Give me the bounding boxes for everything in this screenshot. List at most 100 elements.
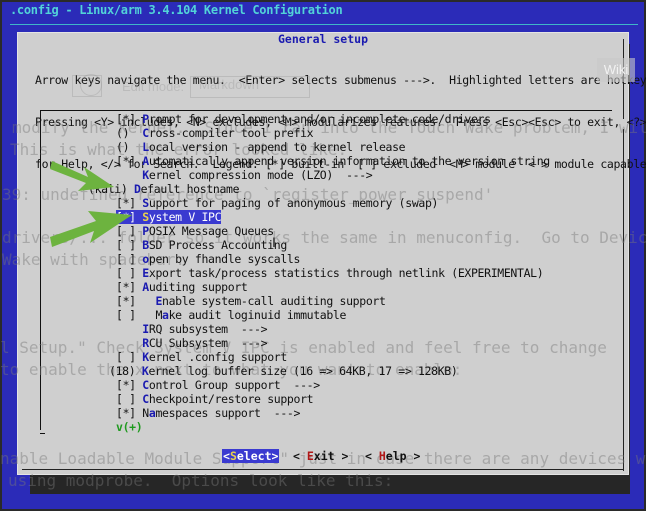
more-items-indicator: v(+) [116,420,143,434]
item-state [116,168,142,182]
item-state: [ ] [116,350,143,364]
item-hotkey: S [142,196,149,210]
menu-item[interactable]: [*] Prompt for development and/or incomp… [116,112,550,126]
menu-item[interactable]: [ ] BSD Process Accounting [116,238,550,252]
item-state: [ ] [116,392,143,406]
item-state: () [116,140,143,154]
item-label: nable system-call auditing support [162,294,386,308]
menu-item[interactable]: [*] Enable system-call auditing support [116,294,550,308]
menu-item[interactable]: [ ] Checkpoint/restore support [116,392,550,406]
dialog-buttons: <Select> < Exit > < Help > [0,449,646,505]
item-label: uditing support [148,280,248,294]
item-label: ontrol Group support ---> [148,378,320,392]
item-state: [*] [116,378,143,392]
menu-item-content: [*] Automatically append version informa… [116,154,550,168]
menu-item[interactable]: [ ] Make audit loginuid immutable [116,308,550,322]
menu-item[interactable]: () Cross-compiler tool prefix [116,126,550,140]
menu-item[interactable]: [*] Control Group support ---> [116,378,550,392]
menu-item[interactable]: Kernel compression mode (LZO) ---> [116,168,550,182]
item-hotkey: D [134,182,141,196]
item-label: xport task/process statistics through ne… [148,266,544,280]
item-hotkey: C [142,126,149,140]
item-hotkey: P [142,112,149,126]
button-bracket: > [334,449,349,463]
menu-item[interactable]: [ ] Kernel .config support [116,350,550,364]
menu-item[interactable]: [*] Automatically append version informa… [116,154,550,168]
annotation-arrow-icon [50,211,132,247]
button-hotkey: S [229,449,237,463]
item-label: SD Process Accounting [148,238,287,252]
menu-item-content: [*] Prompt for development and/or incomp… [116,112,491,126]
item-label: ernel .config support [148,350,287,364]
item-label: upport for paging of anonymous memory (s… [148,196,439,210]
title-divider [10,24,638,25]
menu-item[interactable]: [ ] POSIX Message Queues [116,224,550,238]
menu-item[interactable]: [*] Auditing support [116,280,550,294]
menu-item-content: RCU Subsystem ---> [116,336,267,350]
help-button[interactable]: < Help > [365,449,420,463]
item-state: [*] [116,112,143,126]
item-label: ernel compression mode (LZO) ---> [148,168,373,182]
menu-item-content: [ ] POSIX Message Queues [116,224,274,238]
menu-item[interactable]: [*] Namespaces support ---> [116,406,550,420]
item-label: efault hostname [140,182,240,196]
menu-item-content: [ ] Checkpoint/restore support [116,392,314,406]
menu-item-content: [*] Namespaces support ---> [116,406,300,420]
item-state [116,322,142,336]
item-state: [ ] [116,266,143,280]
button-label: elect [236,449,272,463]
item-hotkey: E [142,266,149,280]
button-label: elp [385,449,407,463]
menu-item-content: () Local version - append to kernel rele… [116,140,406,154]
menu-item-content: [*] Enable system-call auditing support [116,294,386,308]
select-button[interactable]: <Select> [222,449,280,463]
item-hotkey: A [142,280,149,294]
menu-item[interactable]: [ ] open by fhandle syscalls [116,252,550,266]
wiki-button: Wiki [597,58,635,82]
item-label: pen by fhandle syscalls [148,252,301,266]
dialog-edge [623,129,624,471]
menu-item[interactable]: [ ] Export task/process statistics throu… [116,266,550,280]
menu-items: [*] Prompt for development and/or incomp… [88,112,550,434]
item-label: ocal version - append to kernel release [148,140,406,154]
item-hotkey: A [142,154,149,168]
item-state: () [116,126,143,140]
item-hotkey: L [142,140,149,154]
item-hotkey: C [142,378,149,392]
item-hotkey: B [142,238,149,252]
menu-item-content: [*] Support for paging of anonymous memo… [116,196,438,210]
item-label: utomatically append version information … [148,154,550,168]
button-bracket: < [293,449,307,463]
button-bracket: < [223,449,230,463]
text-cursor-icon: I [272,234,276,250]
menu-item[interactable]: () Local version - append to kernel rele… [116,140,550,154]
menu-item-content: Kernel compression mode (LZO) ---> [116,168,372,182]
item-hotkey: K [142,350,149,364]
item-hotkey: R [142,336,149,350]
menu-item[interactable]: IRQ subsystem ---> [116,322,550,336]
edit-mode-select: Markdown [190,76,310,98]
item-label: ke audit loginuid immutable [168,308,347,322]
button-hotkey: H [378,449,386,463]
item-hotkey: I [142,322,149,336]
item-state: [*] [116,294,156,308]
menu-item[interactable]: (18) Kernel log buffer size (16 => 64KB,… [109,364,550,378]
menu-item[interactable]: [*] Support for paging of anonymous memo… [116,196,550,210]
menu-item[interactable]: (kali) Default hostname [88,182,550,196]
item-state: [ ] M [116,308,163,322]
item-label: rompt for development and/or incomplete … [148,112,491,126]
menu-item-content: IRQ subsystem ---> [116,322,267,336]
quote-icon: “ [38,77,43,92]
menu-item[interactable]: RCU Subsystem ---> [116,336,550,350]
item-label: mespaces support ---> [155,406,301,420]
menu-item-content: () Cross-compiler tool prefix [116,126,314,140]
menu-item-content: (18) Kernel log buffer size (16 => 64KB,… [109,364,458,378]
item-label: heckpoint/restore support [148,392,314,406]
item-label: RQ subsystem ---> [148,322,268,336]
menu-item-content: [ ] Make audit loginuid immutable [116,308,346,322]
exit-button[interactable]: < Exit > [293,449,348,463]
item-hotkey: S [142,210,149,224]
item-hotkey: o [142,252,149,266]
item-state [116,336,142,350]
menu-item-selected[interactable]: [*] System V IPC [116,210,550,224]
